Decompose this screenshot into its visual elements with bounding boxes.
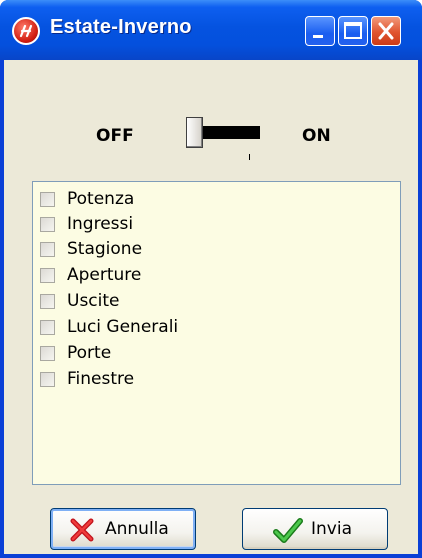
minimize-button[interactable] (305, 16, 335, 46)
list-item-potenza[interactable]: Potenza (40, 188, 340, 212)
switch-thumb[interactable] (186, 117, 203, 148)
list-item-aperture[interactable]: Aperture (40, 264, 340, 288)
item-label: Stagione (67, 239, 143, 259)
maximize-icon (344, 22, 362, 39)
item-label: Finestre (67, 369, 135, 389)
window-title: Estate-Inverno (50, 16, 192, 38)
maximize-button[interactable] (338, 16, 368, 46)
item-label: Potenza (67, 189, 135, 209)
close-icon (378, 22, 394, 40)
list-item-stagione[interactable]: Stagione (40, 238, 340, 262)
send-button[interactable]: Invia (242, 508, 388, 550)
checkbox[interactable] (40, 242, 55, 257)
close-button[interactable] (371, 16, 401, 46)
season-switch-row: OFF ON (4, 60, 418, 180)
cancel-button-label: Annulla (105, 519, 169, 539)
checkbox[interactable] (40, 346, 55, 361)
item-label: Aperture (67, 265, 142, 285)
list-item-luci-generali[interactable]: Luci Generali (40, 316, 340, 340)
checkbox[interactable] (40, 268, 55, 283)
item-label: Uscite (67, 291, 120, 311)
list-item-porte[interactable]: Porte (40, 342, 340, 366)
switch-off-label: OFF (96, 126, 134, 146)
item-label: Porte (67, 343, 112, 363)
zone-checklist: Potenza Ingressi Stagione Aperture Uscit… (32, 181, 401, 485)
dialog-body: OFF ON Potenza Ingressi Stagione Apertur… (4, 60, 418, 554)
app-logo-icon[interactable] (12, 17, 40, 45)
checkbox[interactable] (40, 372, 55, 387)
list-item-uscite[interactable]: Uscite (40, 290, 340, 314)
minimize-icon (313, 35, 323, 38)
green-check-icon (273, 518, 303, 543)
title-bar[interactable]: Estate-Inverno (0, 0, 422, 60)
window: Estate-Inverno OFF ON Potenza Ingressi S… (0, 0, 422, 558)
checkbox[interactable] (40, 320, 55, 335)
list-item-ingressi[interactable]: Ingressi (40, 213, 340, 237)
switch-tick (249, 154, 250, 160)
switch-on-label: ON (302, 126, 331, 146)
send-button-label: Invia (311, 519, 352, 539)
checkbox[interactable] (40, 192, 55, 207)
item-label: Luci Generali (67, 317, 179, 337)
cancel-button[interactable]: Annulla (50, 508, 196, 550)
checkbox[interactable] (40, 294, 55, 309)
list-item-finestre[interactable]: Finestre (40, 368, 340, 392)
red-x-icon (70, 518, 94, 542)
checkbox[interactable] (40, 217, 55, 232)
item-label: Ingressi (67, 214, 134, 234)
